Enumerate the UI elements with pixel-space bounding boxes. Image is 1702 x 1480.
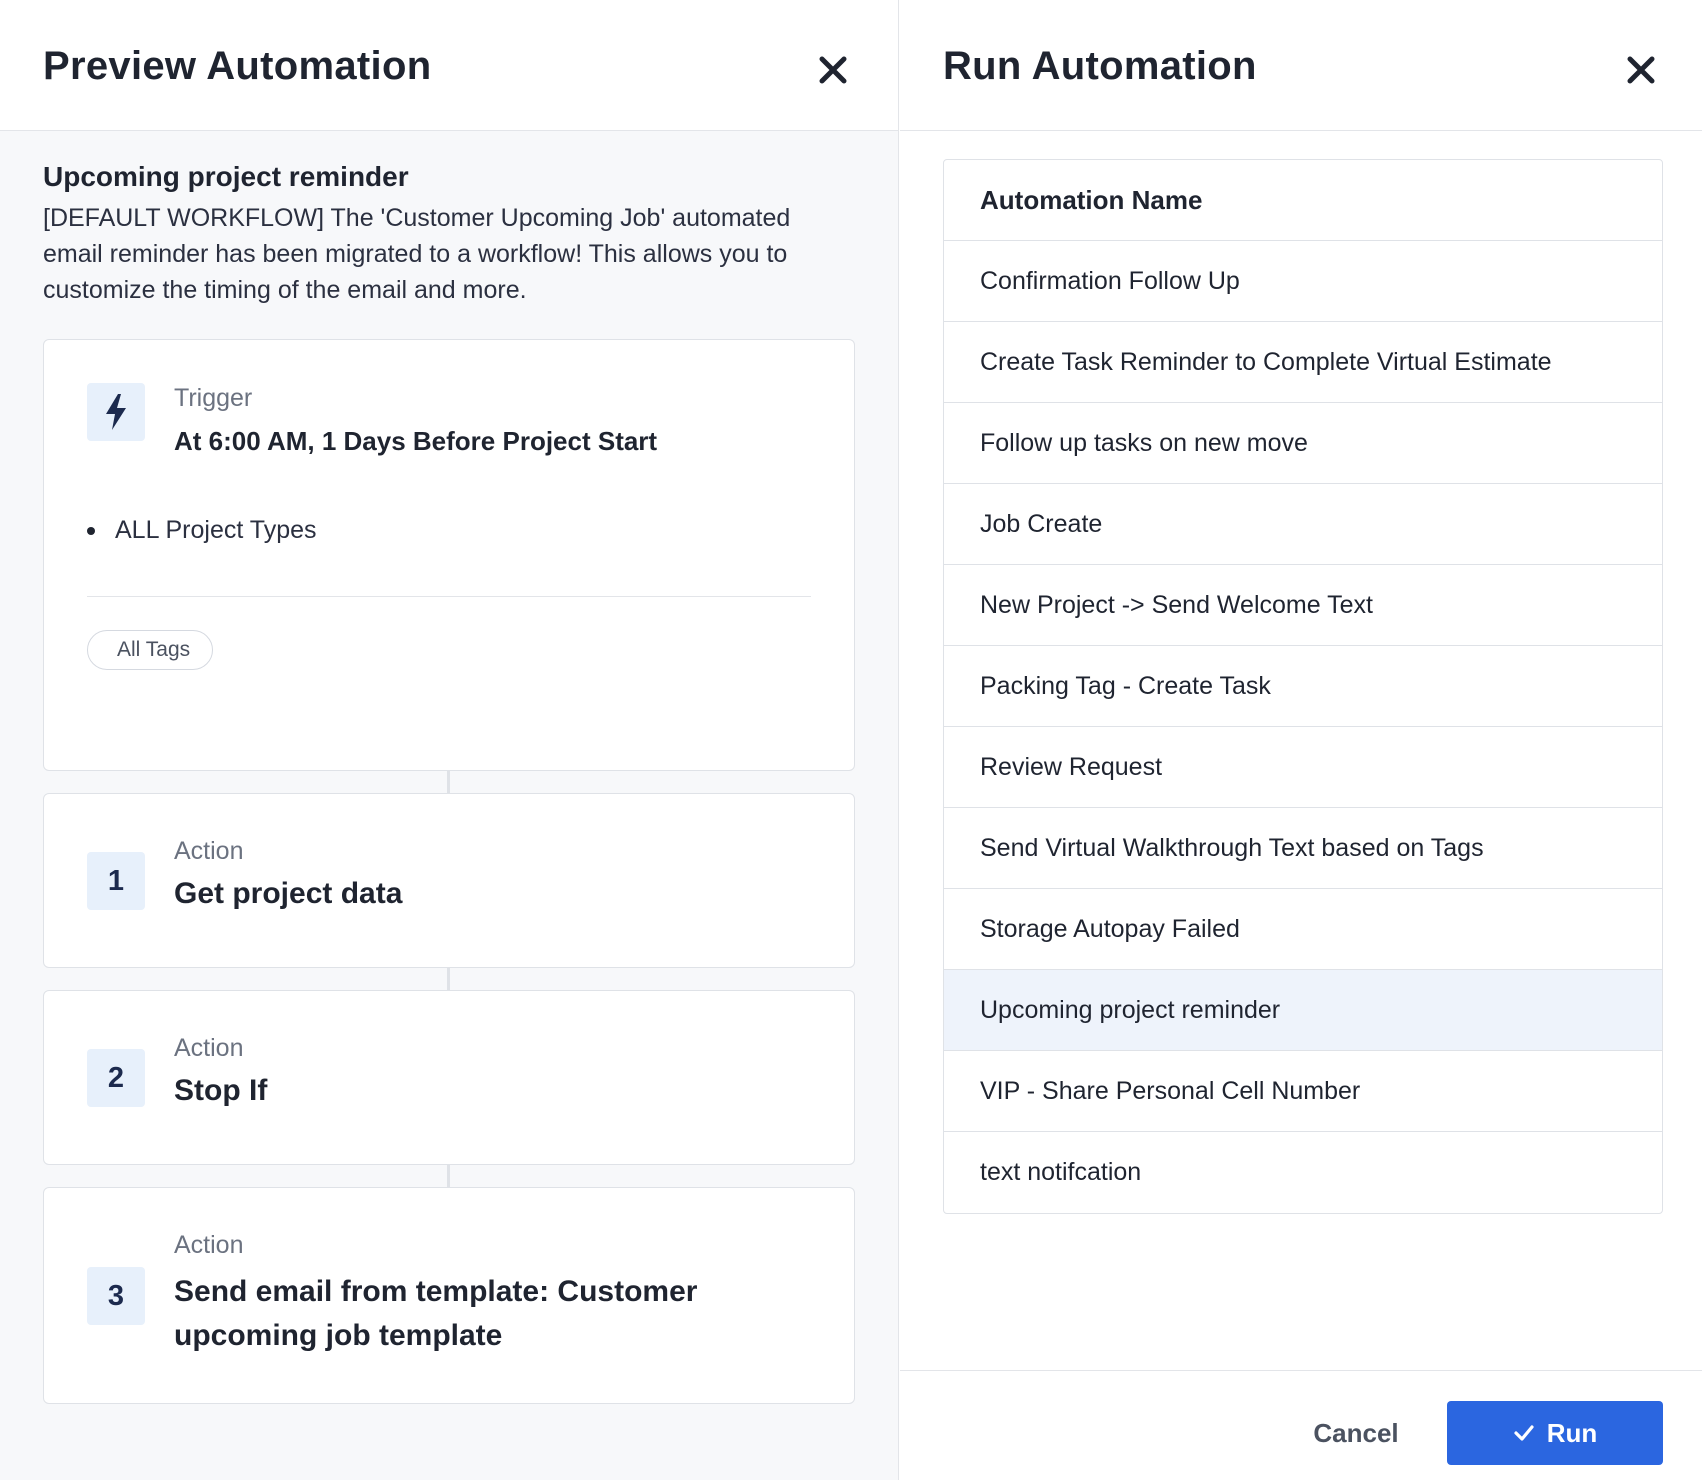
action-kind-label: Action <box>174 837 244 865</box>
automation-row[interactable]: Send Virtual Walkthrough Text based on T… <box>944 808 1662 889</box>
step-number-badge: 1 <box>87 852 145 910</box>
run-button[interactable]: Run <box>1447 1401 1663 1465</box>
automation-table: Automation Name Confirmation Follow Up Cr… <box>943 159 1663 1214</box>
divider <box>87 596 811 597</box>
automation-row[interactable]: text notifcation <box>944 1132 1662 1213</box>
step-number-badge: 2 <box>87 1049 145 1107</box>
run-panel-title: Run Automation <box>943 44 1257 88</box>
trigger-condition: ALL Project Types <box>87 516 317 545</box>
step-connector <box>447 1165 450 1187</box>
workflow-title: Upcoming project reminder <box>43 161 409 192</box>
automation-row[interactable]: VIP - Share Personal Cell Number <box>944 1051 1662 1132</box>
lightning-bolt-icon <box>87 383 145 441</box>
step-number-badge: 3 <box>87 1267 145 1325</box>
run-panel-footer: Cancel Run <box>900 1370 1702 1480</box>
trigger-condition-text: ALL Project Types <box>115 516 317 544</box>
action-name: Stop If <box>174 1074 268 1107</box>
cancel-button[interactable]: Cancel <box>1258 1401 1454 1465</box>
close-icon[interactable] <box>1624 53 1658 87</box>
close-icon[interactable] <box>816 53 850 87</box>
table-header: Automation Name <box>944 160 1662 241</box>
trigger-kind-label: Trigger <box>174 384 253 412</box>
action-card-2: 2 Action Stop If <box>43 990 855 1165</box>
automation-row[interactable]: New Project -> Send Welcome Text <box>944 565 1662 646</box>
automation-row[interactable]: Packing Tag - Create Task <box>944 646 1662 727</box>
check-icon <box>1514 1425 1534 1441</box>
tag-pill: All Tags <box>87 630 214 670</box>
automation-row[interactable]: Review Request <box>944 727 1662 808</box>
action-name: Send email from template: Customer upcom… <box>174 1275 698 1352</box>
trigger-card: Trigger At 6:00 AM, 1 Days Before Projec… <box>43 339 855 771</box>
automation-row[interactable]: Follow up tasks on new move <box>944 403 1662 484</box>
step-connector <box>447 968 450 990</box>
trigger-name: At 6:00 AM, 1 Days Before Project Start <box>174 426 658 456</box>
action-card-1: 1 Action Get project data <box>43 793 855 968</box>
automation-row[interactable]: Upcoming project reminder <box>944 970 1662 1051</box>
run-panel-header: Run Automation <box>900 0 1702 131</box>
action-kind-label: Action <box>174 1034 244 1062</box>
workflow-description: [DEFAULT WORKFLOW] The 'Customer Upcomin… <box>43 204 791 304</box>
automation-row[interactable]: Confirmation Follow Up <box>944 241 1662 322</box>
run-automation-panel: Run Automation Automation Name Confirmat… <box>900 0 1702 1480</box>
preview-panel-header: Preview Automation <box>0 0 898 131</box>
bullet-dot <box>87 526 95 535</box>
automation-row[interactable]: Job Create <box>944 484 1662 565</box>
step-connector <box>447 771 450 793</box>
automation-row[interactable]: Storage Autopay Failed <box>944 889 1662 970</box>
action-name: Get project data <box>174 877 403 910</box>
action-kind-label: Action <box>174 1231 244 1259</box>
automation-row[interactable]: Create Task Reminder to Complete Virtual… <box>944 322 1662 403</box>
preview-panel-title: Preview Automation <box>43 44 432 88</box>
run-button-label: Run <box>1546 1417 1598 1448</box>
action-card-3: 3 Action Send email from template: Custo… <box>43 1187 855 1404</box>
preview-automation-panel: Preview Automation Upcoming project remi… <box>0 0 899 1480</box>
